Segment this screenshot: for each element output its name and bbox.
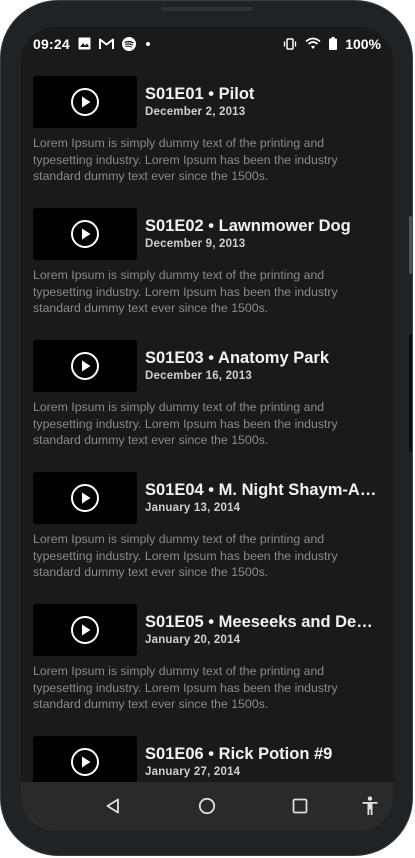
play-icon[interactable] — [70, 483, 100, 513]
play-icon[interactable] — [70, 351, 100, 381]
side-button — [409, 216, 412, 274]
episode-title: S01E06 • Rick Potion #9 — [145, 745, 333, 763]
screen: 09:24 100% S01E01 • Pilot December 2, 20… — [21, 27, 393, 831]
episode-title: S01E03 • Anatomy Park — [145, 349, 330, 367]
recents-button[interactable] — [288, 794, 312, 818]
episode-date: January 13, 2014 — [145, 502, 241, 514]
play-icon[interactable] — [70, 747, 100, 777]
episode-date: December 2, 2013 — [145, 106, 246, 118]
navigation-bar — [21, 782, 393, 831]
episode-date: December 16, 2013 — [145, 370, 252, 382]
episode-description: Lorem Ipsum is simply dummy text of the … — [33, 268, 338, 315]
episode-item[interactable]: S01E01 • Pilot December 2, 2013 Lorem Ip… — [21, 60, 393, 192]
episode-description: Lorem Ipsum is simply dummy text of the … — [33, 664, 338, 711]
status-time: 09:24 — [33, 35, 70, 52]
accessibility-icon[interactable] — [361, 796, 379, 816]
episode-title: S01E01 • Pilot — [145, 85, 255, 103]
play-icon[interactable] — [70, 219, 100, 249]
episode-date: December 9, 2013 — [145, 238, 246, 250]
episode-description: Lorem Ipsum is simply dummy text of the … — [33, 400, 338, 447]
episode-item[interactable]: S01E03 • Anatomy Park December 16, 2013 … — [21, 324, 393, 456]
home-button[interactable] — [195, 794, 219, 818]
power-button — [409, 334, 412, 452]
episode-thumbnail[interactable] — [33, 604, 137, 656]
episode-thumbnail[interactable] — [33, 208, 137, 260]
status-left: 09:24 — [33, 36, 150, 52]
episode-title: S01E04 • M. Night Shaym-A… — [145, 481, 377, 499]
episode-list[interactable]: S01E01 • Pilot December 2, 2013 Lorem Ip… — [21, 60, 393, 782]
accessibility-button[interactable] — [358, 794, 382, 818]
image-icon — [78, 37, 91, 50]
episode-description: Lorem Ipsum is simply dummy text of the … — [33, 532, 338, 579]
episode-thumbnail[interactable] — [33, 76, 137, 128]
vibrate-icon — [284, 37, 297, 50]
episode-thumbnail[interactable] — [33, 340, 137, 392]
back-icon[interactable] — [105, 798, 121, 814]
episode-thumbnail[interactable] — [33, 736, 137, 782]
speaker-slot — [161, 7, 253, 11]
status-bar: 09:24 100% — [21, 27, 393, 60]
episode-item[interactable]: S01E05 • Meeseeks and De… January 20, 20… — [21, 588, 393, 720]
play-icon[interactable] — [70, 615, 100, 645]
play-icon[interactable] — [70, 87, 100, 117]
episode-item[interactable]: S01E04 • M. Night Shaym-A… January 13, 2… — [21, 456, 393, 588]
battery-level: 100% — [345, 35, 381, 52]
spotify-icon — [121, 36, 136, 51]
episode-date: January 27, 2014 — [145, 766, 241, 778]
home-icon[interactable] — [198, 797, 216, 815]
wifi-icon — [305, 37, 321, 49]
episode-date: January 20, 2014 — [145, 634, 241, 646]
episode-description: Lorem Ipsum is simply dummy text of the … — [33, 136, 338, 183]
status-right: 100% — [283, 36, 381, 52]
battery-icon — [329, 37, 338, 50]
gmail-icon — [98, 38, 114, 49]
episode-item[interactable]: S01E02 • Lawnmower Dog December 9, 2013 … — [21, 192, 393, 324]
episode-item[interactable]: S01E06 • Rick Potion #9 January 27, 2014 — [21, 720, 393, 782]
phone-frame: 09:24 100% S01E01 • Pilot December 2, 20… — [0, 0, 413, 856]
episode-title: S01E02 • Lawnmower Dog — [145, 217, 351, 235]
back-button[interactable] — [101, 794, 125, 818]
notification-dot-icon — [145, 41, 150, 46]
episode-title: S01E05 • Meeseeks and De… — [145, 613, 373, 631]
episode-thumbnail[interactable] — [33, 472, 137, 524]
recents-icon[interactable] — [292, 798, 308, 814]
